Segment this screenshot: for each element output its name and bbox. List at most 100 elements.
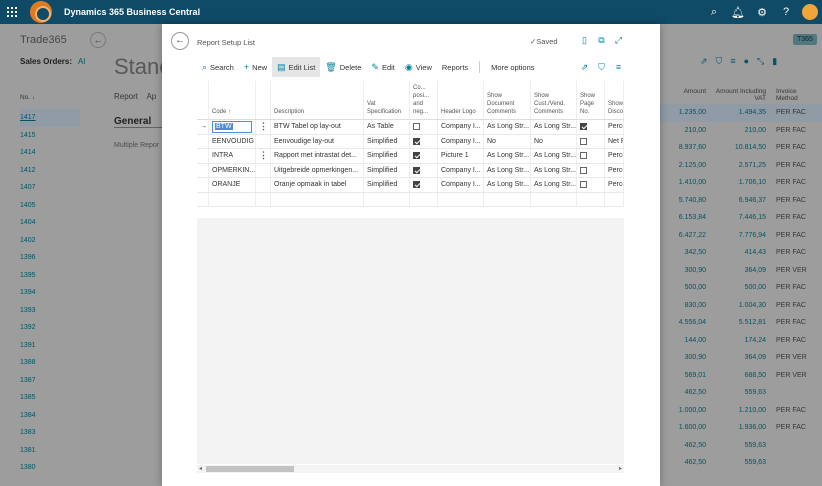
- search-button[interactable]: ⌕ Search: [197, 57, 239, 77]
- scroll-left-icon[interactable]: ◂: [199, 465, 202, 473]
- cell-header-logo[interactable]: Company I...: [438, 178, 484, 192]
- edit-button[interactable]: ✎ Edit: [366, 57, 399, 77]
- cell-show-document-comments[interactable]: As Long Str...: [484, 163, 531, 177]
- col-show-document-comments[interactable]: Show Document Comments: [484, 81, 531, 119]
- col-description[interactable]: Description: [271, 81, 364, 119]
- cell-show-cust-vend-comments[interactable]: As Long Str...: [531, 120, 577, 134]
- cell-code[interactable]: OPMERKIN...: [209, 163, 256, 177]
- trash-icon: 🗑︎: [325, 61, 337, 72]
- scrollbar-thumb[interactable]: [206, 466, 294, 472]
- checkbox[interactable]: [580, 123, 587, 131]
- checkbox[interactable]: [413, 152, 420, 160]
- cell-code[interactable]: INTRA: [209, 149, 256, 163]
- table-row[interactable]: OPMERKIN... Uitgebreide opmerkingen... Sim…: [197, 163, 624, 178]
- cell-header-logo[interactable]: Company I...: [438, 134, 484, 148]
- cell-vat-specification[interactable]: Simplified: [364, 178, 410, 192]
- cell-show-document-comments[interactable]: As Long Str...: [484, 149, 531, 163]
- back-arrow-icon[interactable]: ←: [171, 32, 189, 50]
- cell-show-cust-vend-comments[interactable]: As Long Str...: [531, 178, 577, 192]
- cell-co-pos-neg: [410, 134, 438, 148]
- checkbox[interactable]: [580, 181, 587, 189]
- reports-button[interactable]: Reports: [437, 57, 473, 77]
- cell-show-document-comments[interactable]: As Long Str...: [484, 178, 531, 192]
- cell-show-page-no: [577, 120, 605, 134]
- help-icon[interactable]: ?: [774, 0, 798, 24]
- checkbox[interactable]: [413, 137, 420, 145]
- cell-code[interactable]: EENVOUDIG: [209, 134, 256, 148]
- code-input[interactable]: BTW: [212, 120, 252, 133]
- cell-actions[interactable]: ⋮: [256, 149, 271, 163]
- cell-vat-specification[interactable]: Simplified: [364, 134, 410, 148]
- cell-show-cust-vend-comments[interactable]: No: [531, 134, 577, 148]
- col-show-page-no[interactable]: Show Page No.: [577, 81, 605, 119]
- col-co-pos-neg[interactable]: Co... posi... and neg...: [410, 81, 438, 119]
- cell-show-cust-vend-comments[interactable]: As Long Str...: [531, 163, 577, 177]
- col-show-discount[interactable]: Show Discou: [605, 81, 624, 119]
- table-row[interactable]: ORANJE Oranje opmaak in tabel Simplified Co…: [197, 178, 624, 193]
- col-vat-specification[interactable]: Vat Specification: [364, 81, 410, 119]
- table-row[interactable]: EENVOUDIG Eenvoudige lay-out Simplified Com…: [197, 134, 624, 149]
- table-row[interactable]: → BTW ⋮ BTW Tabel op lay-out As Table Company…: [197, 120, 624, 135]
- cell-header-logo[interactable]: Picture 1: [438, 149, 484, 163]
- table-row[interactable]: INTRA ⋮ Rapport met intrastat det... Simpli…: [197, 149, 624, 164]
- list-view-icon[interactable]: ≡: [613, 62, 624, 72]
- scroll-right-icon[interactable]: ▸: [619, 465, 622, 473]
- row-actions-icon[interactable]: ⋮: [259, 121, 268, 132]
- cell-description[interactable]: Eenvoudige lay-out: [271, 134, 364, 148]
- cell-header-logo[interactable]: Company I...: [438, 163, 484, 177]
- expand-icon[interactable]: ⤢: [612, 34, 625, 47]
- cell-show-discount[interactable]: Perce: [605, 149, 624, 163]
- cell-description[interactable]: Rapport met intrastat det...: [271, 149, 364, 163]
- eye-icon: ◉: [404, 61, 413, 72]
- edit-list-button[interactable]: ▤ Edit List: [272, 57, 321, 77]
- bookmark-icon[interactable]: ▯: [578, 34, 591, 47]
- table-row-empty[interactable]: [197, 192, 624, 207]
- bell-icon[interactable]: 🔔︎: [726, 0, 750, 24]
- search-icon: ⌕: [202, 61, 208, 72]
- waffle-icon[interactable]: [0, 0, 24, 24]
- avatar[interactable]: [802, 4, 818, 20]
- share-icon[interactable]: ⇗: [579, 62, 590, 73]
- cell-header-logo[interactable]: Company I...: [438, 120, 484, 134]
- filter-icon[interactable]: ⛉: [596, 62, 607, 73]
- checkbox[interactable]: [580, 137, 587, 145]
- col-header-logo[interactable]: Header Logo: [438, 81, 484, 119]
- view-button[interactable]: ◉ View: [400, 57, 437, 77]
- col-show-cust-vend-comments[interactable]: Show Cust./Vend. Comments: [531, 81, 577, 119]
- checkbox[interactable]: [413, 166, 420, 174]
- cell-actions[interactable]: ⋮: [256, 120, 271, 134]
- cell-show-document-comments[interactable]: As Long Str...: [484, 120, 531, 134]
- plus-icon: +: [243, 62, 250, 72]
- more-options-button[interactable]: More options: [486, 57, 539, 77]
- search-icon[interactable]: ⌕: [702, 0, 726, 24]
- cell-show-cust-vend-comments[interactable]: As Long Str...: [531, 149, 577, 163]
- cell-show-discount[interactable]: Perce: [605, 163, 624, 177]
- cell-show-document-comments[interactable]: No: [484, 134, 531, 148]
- delete-button[interactable]: 🗑︎ Delete: [320, 57, 366, 77]
- cell-description[interactable]: Uitgebreide opmerkingen...: [271, 163, 364, 177]
- gear-icon[interactable]: ⚙: [750, 0, 774, 24]
- open-new-window-icon[interactable]: ⧉: [595, 34, 608, 47]
- checkbox[interactable]: [580, 152, 587, 160]
- cell-description[interactable]: Oranje opmaak in tabel: [271, 178, 364, 192]
- checkbox[interactable]: [580, 166, 587, 174]
- cell-actions[interactable]: [256, 178, 271, 192]
- cell-show-discount[interactable]: Perce: [605, 178, 624, 192]
- cell-code[interactable]: BTW: [209, 120, 256, 134]
- cell-show-page-no: [577, 178, 605, 192]
- cell-actions[interactable]: [256, 163, 271, 177]
- new-button[interactable]: + New: [239, 57, 272, 77]
- cell-vat-specification[interactable]: As Table: [364, 120, 410, 134]
- checkbox[interactable]: [413, 123, 420, 131]
- cell-vat-specification[interactable]: Simplified: [364, 149, 410, 163]
- cell-show-discount[interactable]: Perce: [605, 120, 624, 134]
- col-code[interactable]: Code ↑: [209, 81, 256, 119]
- cell-code[interactable]: ORANJE: [209, 178, 256, 192]
- cell-description[interactable]: BTW Tabel op lay-out: [271, 120, 364, 134]
- cell-actions[interactable]: [256, 134, 271, 148]
- checkbox[interactable]: [413, 181, 420, 189]
- cell-show-discount[interactable]: Net P: [605, 134, 624, 148]
- horizontal-scrollbar[interactable]: ◂ ▸: [197, 465, 624, 473]
- cell-vat-specification[interactable]: Simplified: [364, 163, 410, 177]
- row-actions-icon[interactable]: ⋮: [259, 150, 268, 161]
